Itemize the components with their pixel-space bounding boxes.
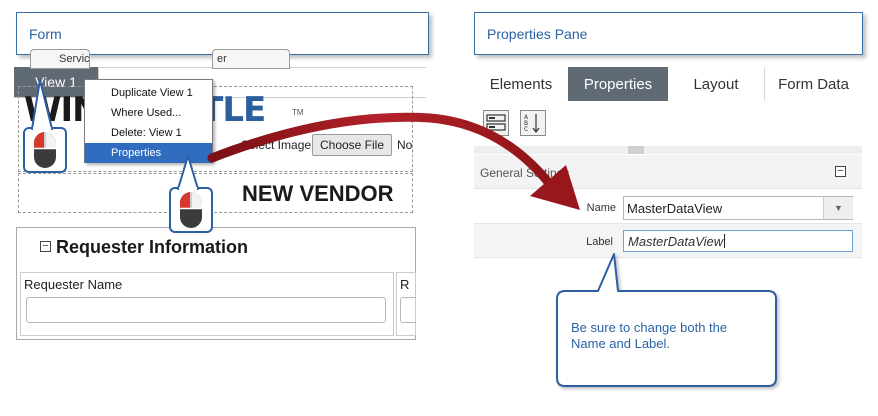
name-label: Name [586, 202, 616, 214]
tab-elements-label: Elements [489, 75, 553, 93]
subtab-service[interactable]: Servic [30, 49, 90, 69]
subtab-service-label: Servic [59, 53, 90, 65]
section-collapse-toggle[interactable]: − [40, 241, 51, 252]
menu-item-duplicate-label: Duplicate View 1 [111, 87, 193, 99]
subtab-requester[interactable]: er [212, 49, 290, 69]
tab-layout-label: Layout [693, 75, 739, 93]
properties-pane-callout: Properties Pane [474, 12, 863, 55]
name-input-value: MasterDataView [627, 200, 723, 216]
menu-item-properties-label: Properties [111, 147, 162, 159]
pane-splitter[interactable] [474, 146, 862, 154]
categorized-view-icon[interactable] [483, 110, 509, 136]
logo-trademark: TM [292, 108, 304, 117]
choose-file-button[interactable]: Choose File [312, 134, 392, 156]
splitter-handle[interactable] [628, 146, 644, 154]
label-input[interactable]: MasterDataView [623, 230, 853, 252]
requester-name-input[interactable] [26, 297, 386, 323]
tab-form-data-label: Form Data [778, 75, 849, 93]
requester-second-input[interactable] [400, 297, 416, 323]
alphabetical-sort-icon[interactable]: A B C [520, 110, 546, 136]
choose-file-button-label: Choose File [319, 138, 385, 152]
requester-second-label: R [400, 277, 410, 292]
svg-text:C: C [524, 126, 528, 133]
properties-pane-callout-text: Properties Pane [487, 25, 588, 42]
tab-elements[interactable]: Elements [474, 67, 568, 101]
no-file-text: No [397, 138, 413, 152]
menu-item-where-used-label: Where Used... [111, 107, 182, 119]
label-input-value: MasterDataView [628, 233, 724, 249]
menu-item-delete-label: Delete: View 1 [111, 127, 182, 139]
mouse-icon [180, 192, 203, 228]
label-label: Label [586, 236, 613, 248]
chevron-down-icon[interactable]: ▼ [823, 197, 853, 219]
mouse-icon [34, 132, 57, 168]
tab-layout[interactable]: Layout [668, 67, 764, 101]
view-context-menu: Duplicate View 1 Where Used... Delete: V… [84, 79, 213, 163]
menu-item-where-used[interactable]: Where Used... [85, 103, 212, 123]
general-settings-collapse-icon[interactable]: − [835, 166, 846, 177]
tab-form-data[interactable]: Form Data [765, 67, 862, 101]
form-callout-text: Form [29, 25, 62, 42]
tab-properties[interactable]: Properties [568, 67, 668, 101]
name-input[interactable]: MasterDataView [623, 196, 853, 220]
select-image-label: Select Image: [241, 138, 315, 152]
general-settings-title: General Settings [480, 166, 570, 180]
menu-item-delete[interactable]: Delete: View 1 [85, 123, 212, 143]
section-title: Requester Information [56, 237, 249, 257]
vendor-title: NEW VENDOR [242, 181, 394, 206]
menu-item-duplicate[interactable]: Duplicate View 1 [85, 83, 212, 103]
subtab-requester-label: er [217, 53, 227, 65]
text-caret [724, 234, 726, 248]
requester-name-label: Requester Name [24, 277, 123, 292]
note-text: Be sure to change both the Name and Labe… [571, 320, 728, 351]
tab-properties-label: Properties [583, 75, 653, 93]
menu-item-properties[interactable]: Properties [85, 143, 212, 163]
